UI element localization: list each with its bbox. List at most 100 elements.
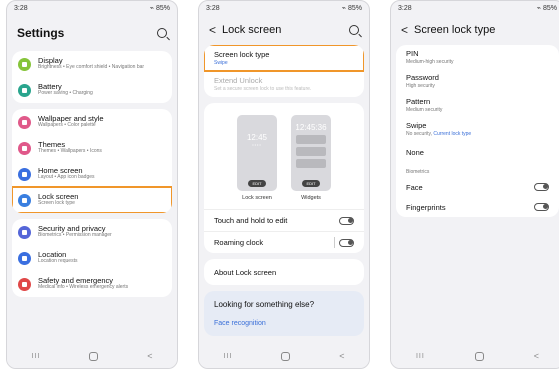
status-bar: 3:28 ⌁ 85% xyxy=(7,1,177,15)
face-row[interactable]: Face xyxy=(396,177,559,197)
lock-type-sub: No security, xyxy=(406,131,433,137)
settings-item-sub: Screen lock type xyxy=(38,200,75,207)
status-time: 3:28 xyxy=(398,4,412,12)
lock-type-list: PIN Medium-high security Password High s… xyxy=(396,45,559,217)
fingerprints-toggle[interactable] xyxy=(534,203,549,211)
settings-item-display[interactable]: Display Brightness • Eye comfort shield •… xyxy=(12,51,172,77)
roaming-clock-row[interactable]: Roaming clock xyxy=(204,231,364,253)
about-label: About Lock screen xyxy=(214,267,277,277)
lock-type-sub: Medium security xyxy=(406,107,443,113)
home-button[interactable] xyxy=(474,351,484,361)
recent-apps-button[interactable]: III xyxy=(223,353,232,360)
face-label: Face xyxy=(406,182,423,192)
edit-button[interactable]: EDIT xyxy=(302,180,320,187)
roaming-clock-label: Roaming clock xyxy=(214,238,264,247)
lock-customize-card: 12:45 •••• EDIT Lock screen 12:45:36 EDI… xyxy=(204,103,364,253)
navigation-bar: III < xyxy=(391,344,559,368)
location-pin-icon xyxy=(18,251,31,265)
settings-item-sub: Wallpapers • Color palette xyxy=(38,122,96,129)
lock-type-none[interactable]: None xyxy=(396,141,559,164)
lock-icon xyxy=(18,193,31,207)
status-time: 3:28 xyxy=(14,4,28,12)
lock-type-password[interactable]: Password High security xyxy=(396,69,559,93)
suggestion-card: Looking for something else? Face recogni… xyxy=(204,291,364,336)
lock-preview-label: Lock screen xyxy=(242,195,272,201)
extend-unlock-label: Extend Unlock xyxy=(214,76,263,85)
back-button[interactable]: < xyxy=(534,351,539,361)
back-button[interactable]: < xyxy=(339,351,344,361)
about-card: About Lock screen xyxy=(204,259,364,285)
widgets-preview-label: Widgets xyxy=(301,195,321,201)
home-button[interactable] xyxy=(89,351,99,361)
touch-hold-toggle[interactable] xyxy=(339,216,354,225)
extend-unlock-sub: Set a secure screen lock to use this fea… xyxy=(214,86,312,92)
settings-item-home-screen[interactable]: Home screen Layout • App icon badges xyxy=(12,161,172,187)
lock-type-label: Pattern xyxy=(406,97,431,106)
roaming-clock-toggle[interactable] xyxy=(339,238,354,247)
status-time: 3:28 xyxy=(206,4,220,12)
lock-type-pin[interactable]: PIN Medium-high security xyxy=(396,45,559,69)
screen-lock-type-label: Screen lock type xyxy=(214,50,270,59)
settings-group-3: Security and privacy Biometrics • Permiss… xyxy=(12,219,172,297)
edit-button[interactable]: EDIT xyxy=(248,180,266,187)
lock-type-label: Swipe xyxy=(406,121,427,130)
recent-apps-button[interactable]: III xyxy=(416,353,425,360)
lock-type-label: Password xyxy=(406,73,439,82)
settings-item-location[interactable]: Location Location requests xyxy=(12,245,172,271)
lock-type-sub: Medium-high security xyxy=(406,59,454,65)
settings-item-sub: Themes • Wallpapers • Icons xyxy=(38,148,102,155)
search-icon[interactable] xyxy=(157,28,167,38)
page-title: Screen lock type xyxy=(414,24,496,36)
lock-screen-preview[interactable]: 12:45 •••• EDIT Lock screen xyxy=(237,115,277,201)
widgets-preview[interactable]: 12:45:36 EDIT Widgets xyxy=(291,115,331,201)
lock-type-swipe[interactable]: Swipe No security, Current lock type xyxy=(396,117,559,141)
lock-type-label: PIN xyxy=(406,49,419,58)
battery-level: 85% xyxy=(347,4,362,12)
settings-group-1: Display Brightness • Eye comfort shield •… xyxy=(12,51,172,103)
themes-icon xyxy=(18,141,31,155)
preview-clock: 12:45:36 xyxy=(295,123,327,132)
widget-block xyxy=(296,147,326,156)
search-icon[interactable] xyxy=(349,25,359,35)
shield-icon xyxy=(18,225,31,239)
settings-item-safety[interactable]: Safety and emergency Medical info • Wirel… xyxy=(12,271,172,297)
settings-item-sub: Location requests xyxy=(38,258,78,265)
settings-item-sub: Brightness • Eye comfort shield • Naviga… xyxy=(38,64,145,71)
settings-group-2: Wallpaper and style Wallpapers • Color pa… xyxy=(12,109,172,213)
screen-lock-type-item[interactable]: Screen lock type Swipe xyxy=(204,45,364,72)
signal-icon: ⌁ xyxy=(536,5,541,12)
home-button[interactable] xyxy=(281,351,291,361)
settings-item-wallpaper[interactable]: Wallpaper and style Wallpapers • Color pa… xyxy=(12,109,172,135)
settings-item-sub: Layout • App icon badges xyxy=(38,174,95,181)
back-arrow-icon[interactable]: < xyxy=(209,23,216,37)
battery-level: 85% xyxy=(542,4,557,12)
back-button[interactable]: < xyxy=(147,351,152,361)
face-recognition-link[interactable]: Face recognition xyxy=(214,320,354,327)
fingerprints-row[interactable]: Fingerprints xyxy=(396,197,559,217)
home-screen-icon xyxy=(18,167,31,181)
widget-block xyxy=(296,159,326,168)
widget-block xyxy=(296,135,326,144)
status-bar: 3:28 ⌁ 85% xyxy=(199,1,369,15)
wallpaper-icon xyxy=(18,115,31,129)
touch-hold-row[interactable]: Touch and hold to edit xyxy=(204,209,364,231)
display-icon xyxy=(18,57,31,71)
battery-icon xyxy=(18,83,31,97)
face-toggle[interactable] xyxy=(534,183,549,191)
biometrics-header: Biometrics xyxy=(406,169,430,175)
settings-item-sub: Power saving • Charging xyxy=(38,90,93,97)
settings-item-sub: Medical info • Wireless emergency alerts xyxy=(38,284,129,291)
settings-item-lock-screen[interactable]: Lock screen Screen lock type xyxy=(12,186,172,213)
emergency-icon xyxy=(18,277,31,291)
settings-item-battery[interactable]: Battery Power saving • Charging xyxy=(12,77,172,103)
back-arrow-icon[interactable]: < xyxy=(401,23,408,37)
battery-level: 85% xyxy=(155,4,170,12)
recent-apps-button[interactable]: III xyxy=(31,353,40,360)
lock-type-pattern[interactable]: Pattern Medium security xyxy=(396,93,559,117)
about-lock-screen-item[interactable]: About Lock screen xyxy=(204,259,364,285)
preview-clock: 12:45 xyxy=(246,133,268,142)
current-lock-type-badge: Current lock type xyxy=(433,131,472,137)
status-bar: 3:28 ⌁ 85% xyxy=(391,1,559,15)
settings-item-security[interactable]: Security and privacy Biometrics • Permiss… xyxy=(12,219,172,245)
settings-item-themes[interactable]: Themes Themes • Wallpapers • Icons xyxy=(12,135,172,161)
